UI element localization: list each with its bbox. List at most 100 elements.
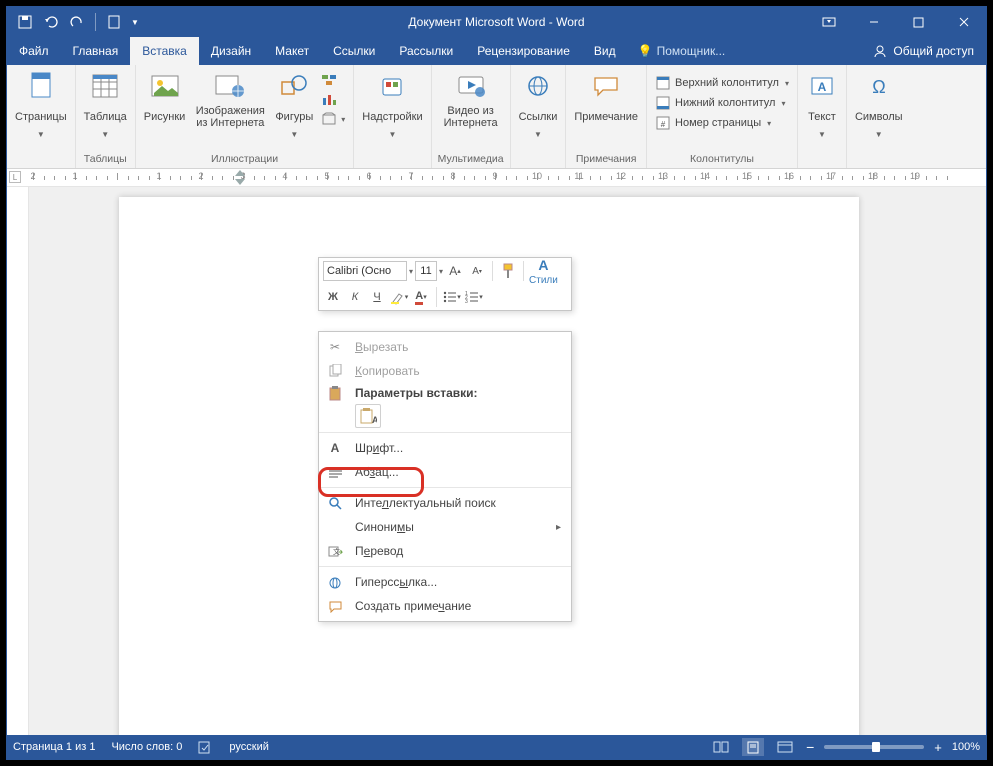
ctx-font[interactable]: AШрифт... xyxy=(319,436,571,460)
text-button[interactable]: A Текст ▼ xyxy=(804,68,840,140)
underline-button[interactable]: Ч xyxy=(367,287,387,307)
ctx-cut[interactable]: ✂ВВырезатьырезать xyxy=(319,335,571,359)
smartart-button[interactable] xyxy=(319,70,347,88)
styles-button[interactable]: AСтили xyxy=(529,261,558,281)
shrink-font-button[interactable]: A▾ xyxy=(467,261,487,281)
tab-insert[interactable]: Вставка xyxy=(130,37,199,65)
bulb-icon: 💡 xyxy=(638,44,653,58)
svg-text:A: A xyxy=(818,80,827,94)
fontsize-combo[interactable]: 11 xyxy=(415,261,437,281)
font-combo[interactable]: Calibri (Осно xyxy=(323,261,407,281)
pictures-button[interactable]: Рисунки xyxy=(142,68,188,130)
links-button[interactable]: Ссылки ▼ xyxy=(517,68,560,140)
online-pictures-label: Изображения из Интернета xyxy=(196,104,265,130)
tab-design[interactable]: Дизайн xyxy=(199,37,263,65)
close-button[interactable] xyxy=(941,7,986,37)
maximize-button[interactable] xyxy=(896,7,941,37)
status-proofing-icon[interactable] xyxy=(198,741,213,754)
pagenumber-button[interactable]: #Номер страницы▾ xyxy=(653,114,791,132)
view-print-icon[interactable] xyxy=(742,738,764,756)
tab-file[interactable]: Файл xyxy=(7,37,61,65)
status-words[interactable]: Число слов: 0 xyxy=(111,741,182,753)
header-label: Верхний колонтитул xyxy=(675,77,779,89)
screenshot-button[interactable]: ▾ xyxy=(319,110,347,128)
app-window: ▼ Документ Microsoft Word - Word Файл Гл… xyxy=(6,6,987,760)
tab-mailings[interactable]: Рассылки xyxy=(387,37,465,65)
zoom-in-button[interactable]: + xyxy=(934,740,942,755)
cut-icon: ✂ xyxy=(325,337,345,357)
zoom-level[interactable]: 100% xyxy=(952,741,980,753)
tab-review[interactable]: Рецензирование xyxy=(465,37,582,65)
ctx-smart-lookup[interactable]: Интеллектуальный поиск xyxy=(319,491,571,515)
undo-icon[interactable] xyxy=(39,10,63,34)
ctx-hyperlink[interactable]: Гиперссылка... xyxy=(319,570,571,594)
group-headerfooter-label: Колонтитулы xyxy=(690,151,754,168)
tab-references[interactable]: Ссылки xyxy=(321,37,387,65)
tab-home[interactable]: Главная xyxy=(61,37,131,65)
group-text: A Текст ▼ xyxy=(798,65,847,168)
ctx-synonyms[interactable]: Синонимы▸ xyxy=(319,515,571,539)
footer-button[interactable]: Нижний колонтитул▾ xyxy=(653,94,791,112)
pages-button[interactable]: Страницы ▼ xyxy=(13,68,69,140)
header-button[interactable]: Верхний колонтитул▾ xyxy=(653,74,791,92)
pagenumber-icon: # xyxy=(655,115,671,131)
ruler-vertical[interactable] xyxy=(7,187,29,735)
group-pages-label xyxy=(39,151,42,168)
view-web-icon[interactable] xyxy=(774,738,796,756)
separator xyxy=(95,13,96,31)
chevron-down-icon: ▼ xyxy=(534,131,542,140)
ruler-horizontal[interactable]: L 2112345678910111213141516171819 xyxy=(7,169,986,187)
paragraph-icon xyxy=(325,462,345,482)
paste-keep-text-button[interactable]: A xyxy=(355,404,381,428)
comment-button[interactable]: Примечание xyxy=(572,68,640,130)
font-color-button[interactable]: A▾ xyxy=(411,287,431,307)
save-icon[interactable] xyxy=(13,10,37,34)
addins-icon xyxy=(376,70,408,102)
ctx-copy[interactable]: Копировать xyxy=(319,359,571,383)
zoom-slider[interactable] xyxy=(824,745,924,749)
redo-icon[interactable] xyxy=(65,10,89,34)
ctx-paragraph[interactable]: Абзац... xyxy=(319,460,571,484)
highlight-button[interactable]: ▾ xyxy=(389,287,409,307)
shapes-button[interactable]: Фигуры ▼ xyxy=(273,68,315,140)
tell-me[interactable]: 💡 Помощник... xyxy=(628,37,736,65)
grow-font-button[interactable]: A▴ xyxy=(445,261,465,281)
tab-selector[interactable]: L xyxy=(9,171,21,183)
online-pictures-button[interactable]: Изображения из Интернета xyxy=(191,68,269,130)
pages-icon xyxy=(25,70,57,102)
chevron-down-icon: ▼ xyxy=(875,131,883,140)
pictures-label: Рисунки xyxy=(144,104,186,130)
chart-button[interactable] xyxy=(319,90,347,108)
tab-view[interactable]: Вид xyxy=(582,37,628,65)
view-read-icon[interactable] xyxy=(710,738,732,756)
group-pages: Страницы ▼ xyxy=(7,65,76,168)
copy-icon xyxy=(325,361,345,381)
ribbon-options-icon[interactable] xyxy=(806,7,851,37)
share-button[interactable]: Общий доступ xyxy=(861,37,986,65)
bullets-button[interactable]: ▾ xyxy=(442,287,462,307)
chevron-down-icon: ▼ xyxy=(37,131,45,140)
ctx-new-comment[interactable]: Создать примечание xyxy=(319,594,571,618)
italic-button[interactable]: К xyxy=(345,287,365,307)
format-painter-icon[interactable] xyxy=(498,261,518,281)
group-addins-label xyxy=(391,151,394,168)
header-icon xyxy=(655,75,671,91)
table-button[interactable]: Таблица ▼ xyxy=(82,68,129,140)
status-page[interactable]: Страница 1 из 1 xyxy=(13,741,95,753)
minimize-button[interactable] xyxy=(851,7,896,37)
group-headerfooter: Верхний колонтитул▾ Нижний колонтитул▾ #… xyxy=(647,65,798,168)
numbering-button[interactable]: 123▾ xyxy=(464,287,484,307)
ribbon: Страницы ▼ Таблица ▼ Таблицы Рисунки xyxy=(7,65,986,169)
text-label: Текст xyxy=(808,104,836,130)
ctx-translate[interactable]: 文Перевод xyxy=(319,539,571,563)
tab-layout[interactable]: Макет xyxy=(263,37,321,65)
bold-button[interactable]: Ж xyxy=(323,287,343,307)
symbols-button[interactable]: Ω Символы ▼ xyxy=(853,68,905,140)
online-video-button[interactable]: Видео из Интернета xyxy=(438,68,504,130)
addins-button[interactable]: Надстройки ▼ xyxy=(360,68,424,140)
qat-dropdown-icon[interactable]: ▼ xyxy=(128,10,142,34)
zoom-out-button[interactable]: − xyxy=(806,739,814,755)
comment-label: Примечание xyxy=(574,104,638,130)
new-doc-icon[interactable] xyxy=(102,10,126,34)
status-language[interactable]: русский xyxy=(229,741,268,753)
